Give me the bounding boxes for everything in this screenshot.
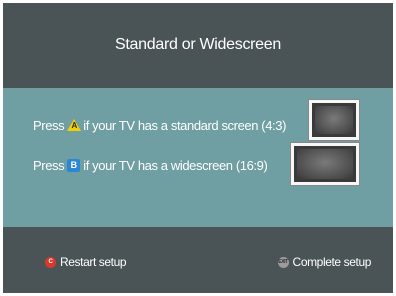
widescreen-text: if your TV has a widescreen (16:9) [83, 158, 268, 173]
yellow-triangle-icon: A [67, 119, 82, 132]
title-bar: Standard or Widescreen [3, 3, 393, 88]
tv-setup-screen: Standard or Widescreen Press A if your T… [3, 3, 393, 293]
restart-setup-button[interactable]: C Restart setup [45, 255, 127, 269]
restart-setup-label: Restart setup [60, 255, 127, 269]
blue-square-icon: B [67, 159, 81, 172]
standard-tv-icon [308, 99, 360, 141]
widescreen-tv-icon [290, 142, 360, 186]
press-label: Press [33, 158, 65, 173]
complete-setup-button[interactable]: EXIT Complete setup [277, 255, 372, 269]
a-button-letter: A [71, 121, 78, 130]
b-button-letter: B [67, 159, 81, 172]
page-title: Standard or Widescreen [115, 36, 281, 53]
options-panel: Press A if your TV has a standard screen… [3, 88, 393, 227]
widescreen-option[interactable]: Press B if your TV has a widescreen (16:… [33, 158, 268, 173]
red-circle-icon: C [45, 256, 56, 268]
standard-screen-option[interactable]: Press A if your TV has a standard screen… [33, 118, 286, 133]
standard-screen-text: if your TV has a standard screen (4:3) [83, 118, 287, 133]
complete-setup-label: Complete setup [292, 255, 372, 269]
press-label: Press [33, 118, 65, 133]
footer-bar: C Restart setup EXIT Complete setup [3, 227, 393, 293]
exit-icon: EXIT [277, 256, 289, 268]
